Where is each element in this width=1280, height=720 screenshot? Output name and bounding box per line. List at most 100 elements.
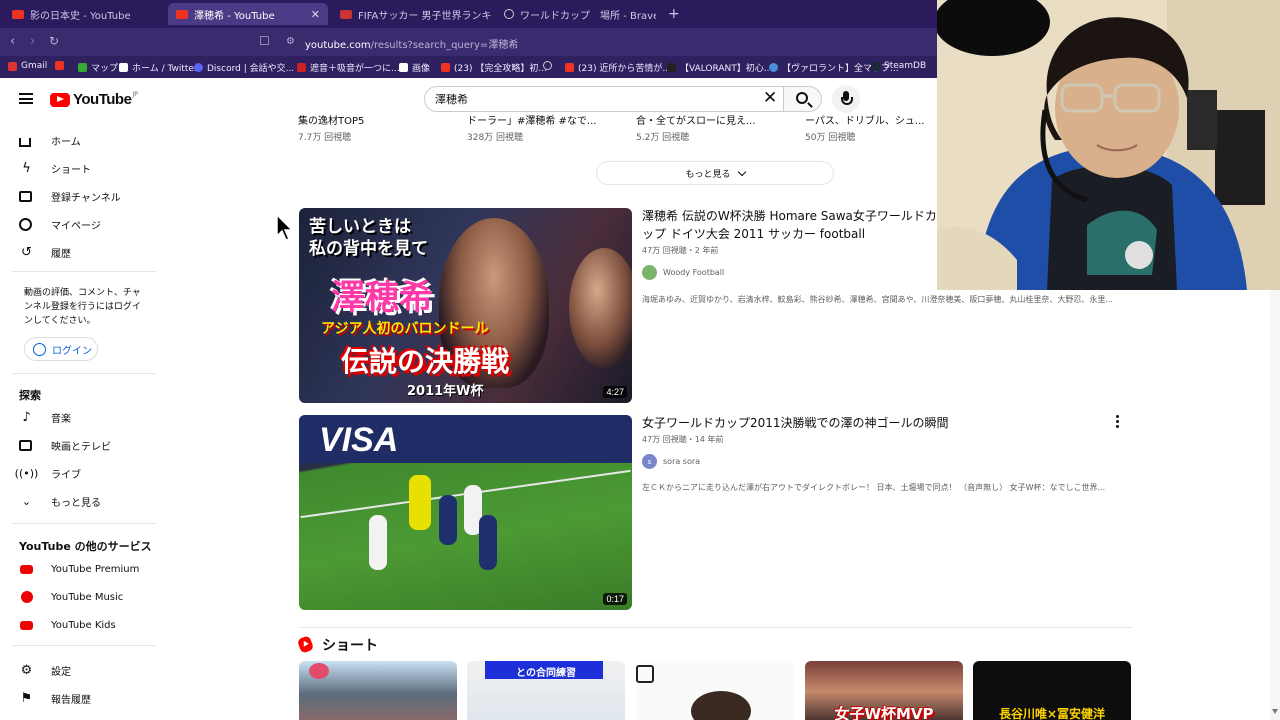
sidebar-item-live[interactable]: ((•)) ライブ (0, 459, 158, 487)
sidebar-divider (12, 645, 156, 646)
bookmark-item[interactable] (55, 61, 68, 70)
sidebar-item-youtube-kids[interactable]: YouTube Kids (0, 611, 158, 639)
video-meta: 47万 回視聴・2 年前 (642, 246, 719, 255)
browser-tab[interactable]: ワールドカップ 場所 - Brave Search (496, 3, 656, 25)
short-thumbnail[interactable] (636, 661, 794, 720)
youtube-favicon-icon (12, 9, 24, 19)
video-duration: 0:17 (603, 593, 627, 605)
bookmark-icon[interactable]: ☐ (259, 34, 270, 48)
webcam-overlay (937, 0, 1280, 290)
subscriptions-icon (19, 190, 32, 202)
show-more-button[interactable]: もっと見る (596, 161, 834, 185)
bookmark-item[interactable]: マップ (78, 61, 118, 74)
page-scrollbar[interactable] (1270, 290, 1280, 720)
thumbnail-caption: 苦しいときは (309, 217, 411, 237)
sidebar-item-history[interactable]: ↺ 履歴 (0, 238, 158, 266)
sidebar-item-shorts[interactable]: ϟ ショート (0, 154, 158, 182)
tab-close-icon[interactable]: ✕ (311, 8, 320, 21)
short-caption: 長谷川唯×冨安健洋 (998, 707, 1106, 720)
short-thumbnail[interactable]: との合同練習 (467, 661, 625, 720)
jsports-favicon-icon (340, 9, 352, 19)
thumbnail-caption: VISA (319, 421, 399, 459)
bookmark-item[interactable]: Discord | 会話や交... (194, 61, 294, 74)
voice-search-button[interactable] (832, 85, 860, 113)
search-button[interactable] (784, 86, 822, 112)
shorts-heading: ショート (322, 638, 378, 654)
video-thumbnail[interactable]: VISA 0:17 (299, 415, 632, 610)
live-icon: ((•)) (14, 466, 39, 480)
bookmark-item[interactable] (543, 61, 556, 70)
scroll-down-arrow-icon[interactable] (1272, 709, 1278, 714)
sidebar-item-home[interactable]: ホーム (0, 126, 158, 154)
video-title-fragment[interactable]: 合・全てがスローに見え... (636, 112, 756, 127)
back-icon[interactable]: ‹ (10, 34, 15, 49)
video-views: 5.2万 回視聴 (636, 133, 690, 143)
sidebar-item-subscriptions[interactable]: 登録チャンネル (0, 182, 158, 210)
bookmark-item[interactable]: SteamDB (871, 61, 926, 71)
video-description: 海堀あゆみ、近賀ゆかり、岩清水梓、鮫島彩、熊谷紗希、澤穂希、宮間あや、川澄奈穂美… (642, 295, 1114, 304)
clear-search-icon[interactable]: ✕ (763, 88, 777, 108)
flag-icon: ⚑ (20, 690, 33, 706)
video-thumbnail[interactable]: 苦しいときは 私の背中を見て 澤穂希 アジア人初のバロンドール 伝説の決勝戦 2… (299, 208, 632, 403)
browser-tab[interactable]: FIFAサッカー 男子世界ランキング | J SPORTS (332, 3, 492, 25)
shorts-icon (296, 635, 315, 654)
search-box (424, 86, 784, 112)
short-thumbnail[interactable]: 長谷川唯×冨安健洋 (973, 661, 1131, 720)
thumbnail-caption: アジア人初のバロンドール (321, 321, 489, 337)
shorts-icon: ϟ (22, 160, 31, 176)
bookmark-item[interactable]: (23) 【完全攻略】初... (441, 61, 547, 74)
browser-tab[interactable]: 影の日本史 - YouTube (4, 3, 164, 25)
login-button[interactable]: ログイン (24, 337, 98, 361)
sidebar-divider (12, 523, 156, 524)
youtube-logo[interactable]: YouTube JP (50, 91, 138, 108)
video-title[interactable]: 女子ワールドカップ2011決勝戦での澤の神ゴールの瞬間 (642, 414, 1102, 432)
forward-icon[interactable]: › (30, 34, 35, 49)
sidebar-item-youtube-music[interactable]: YouTube Music (0, 583, 158, 611)
bookmark-item[interactable]: 【VALORANT】初心... (667, 61, 772, 74)
sidebar-item-music[interactable]: ♪ 音楽 (0, 403, 158, 431)
short-thumbnail[interactable] (299, 661, 457, 720)
video-views: 328万 回視聴 (467, 133, 524, 143)
video-title[interactable]: 澤穂希 伝説のW杯決勝 Homare Sawa女子ワールドカップ ドイツ大会 2… (642, 207, 942, 243)
short-caption: との合同練習 (516, 668, 576, 679)
bookmark-item[interactable]: 画像 (399, 61, 430, 74)
video-title-fragment[interactable]: 集の逸材TOP5 (298, 112, 364, 127)
channel-link[interactable]: s sora sora (642, 454, 700, 469)
short-caption: 女子W杯MVP (834, 705, 934, 720)
sidebar-item-show-more[interactable]: ⌄ もっと見る (0, 487, 158, 515)
sidebar-item-report-history[interactable]: ⚑ 報告履歴 (0, 684, 158, 712)
youtube-play-icon (50, 92, 70, 107)
short-thumbnail[interactable]: 女子W杯MVP (805, 661, 963, 720)
video-title-fragment[interactable]: ーパス、ドリブル、シュ... (805, 112, 924, 127)
youtube-premium-icon (20, 564, 33, 574)
thumbnail-caption: 澤穂希 (331, 278, 433, 318)
site-settings-icon[interactable]: ⚙ (286, 36, 295, 47)
youtube-music-icon (20, 591, 33, 603)
section-divider (299, 627, 1132, 628)
thumbnail-caption: 2011年W杯 (407, 384, 484, 399)
new-tab-button[interactable]: + (660, 3, 680, 25)
video-meta: 47万 回視聴・14 年前 (642, 435, 724, 444)
bookmark-item[interactable]: (23) 近所から苦情が... (565, 61, 671, 74)
sidebar-item-movies-tv[interactable]: 映画とテレビ (0, 431, 158, 459)
hamburger-menu-icon[interactable] (19, 93, 33, 104)
bookmark-item[interactable]: 遮音＋吸音が一つに... (297, 61, 400, 74)
reload-icon[interactable]: ↻ (49, 34, 59, 48)
video-title-fragment[interactable]: ドーラー」#澤穂希 #なで... (467, 112, 596, 127)
channel-link[interactable]: Woody Football (642, 265, 724, 280)
brave-search-favicon-icon (504, 9, 514, 19)
thumbnail-caption: 私の背中を見て (309, 239, 428, 259)
bookmark-item[interactable]: Gmail (8, 61, 47, 71)
more-actions-icon[interactable] (1116, 415, 1120, 429)
search-input[interactable] (435, 91, 755, 107)
bookmark-item[interactable]: ホーム / Twitter (119, 61, 198, 74)
gear-icon: ⚙ (20, 662, 33, 678)
sidebar-item-youtube-premium[interactable]: YouTube Premium (0, 555, 158, 583)
sidebar-item-settings[interactable]: ⚙ 設定 (0, 656, 158, 684)
explore-heading: 探索 (19, 389, 41, 402)
more-services-heading: YouTube の他のサービス (19, 540, 152, 553)
url-field[interactable]: youtube.com/results?search_query=澤穂希 (305, 36, 518, 51)
browser-tab-active[interactable]: 澤穂希 - YouTube ✕ (168, 3, 328, 25)
sidebar-item-my-page[interactable]: マイページ (0, 210, 158, 238)
sidebar-divider (12, 271, 156, 272)
